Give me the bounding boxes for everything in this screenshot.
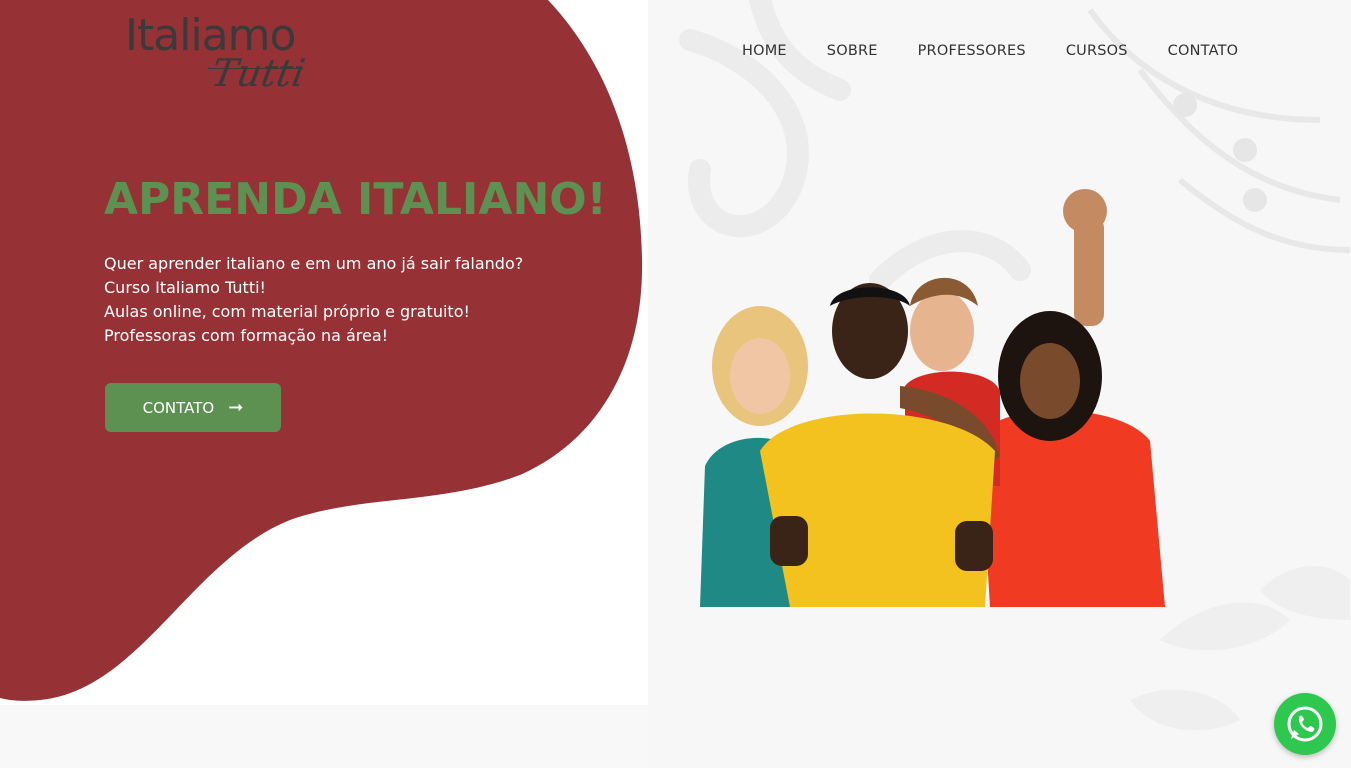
hero-line: Professoras com formação na área! (104, 326, 389, 345)
nav-item-home[interactable]: HOME (742, 43, 787, 59)
whatsapp-icon (1287, 706, 1323, 742)
arrow-right-icon: ➞ (228, 396, 244, 418)
nav-item-professores[interactable]: PROFESSORES (918, 43, 1026, 59)
nav-item-cursos[interactable]: CURSOS (1066, 43, 1128, 59)
hero-description: Quer aprender italiano e em um ano já sa… (104, 252, 523, 348)
site-logo[interactable]: Italiamo Tutti (120, 4, 310, 104)
hero-line: Aulas online, com material próprio e gra… (104, 302, 470, 321)
hero-line: Curso Italiamo Tutti! (104, 278, 266, 297)
page: Italiamo Tutti HOME SOBRE PROFESSORES CU… (0, 0, 1351, 768)
hero-blob (0, 0, 643, 701)
contato-button[interactable]: CONTATO ➞ (105, 383, 281, 432)
contato-button-label: CONTATO (142, 398, 215, 417)
hero-title: APRENDA ITALIANO! (104, 174, 607, 225)
main-nav: HOME SOBRE PROFESSORES CURSOS CONTATO (742, 43, 1238, 59)
nav-item-contato[interactable]: CONTATO (1168, 43, 1239, 59)
nav-item-sobre[interactable]: SOBRE (827, 43, 878, 59)
logo-sub-text: Tutti (208, 51, 309, 95)
whatsapp-button[interactable] (1274, 693, 1336, 755)
hero-students-photo (700, 189, 1165, 607)
hero-line: Quer aprender italiano e em um ano já sa… (104, 254, 524, 273)
